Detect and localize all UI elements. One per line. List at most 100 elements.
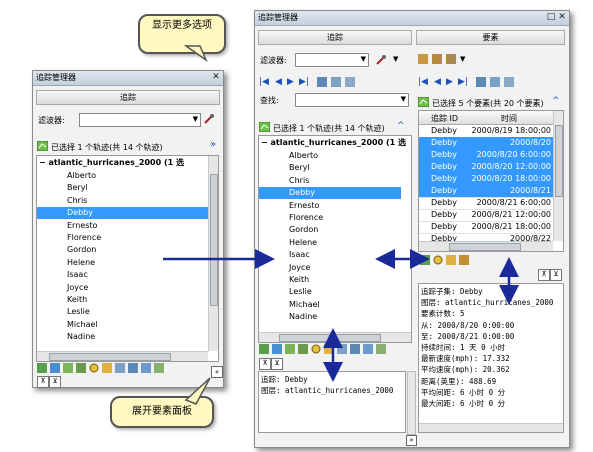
pan-icon[interactable] <box>285 344 295 354</box>
right-track-item[interactable]: Beryl <box>259 162 401 174</box>
right-track-item[interactable]: Helene <box>259 237 401 249</box>
left-track-list[interactable]: − atlantic_hurricanes_2000 (1 选 Alberto B… <box>36 155 219 362</box>
feature-copy-icon[interactable] <box>490 77 500 87</box>
left-track-item[interactable]: Nadine <box>37 331 208 343</box>
left-track-item[interactable]: Helene <box>37 257 208 269</box>
collapse-feature-options-icon[interactable]: ^ <box>552 96 560 106</box>
right-track-item[interactable]: Gordon <box>259 224 401 236</box>
properties-icon[interactable] <box>376 344 386 354</box>
pan-icon[interactable] <box>63 363 73 373</box>
zoom-in-icon[interactable] <box>89 363 99 373</box>
chevron-down-icon[interactable]: ▼ <box>460 55 465 63</box>
left-track-item[interactable]: Chris <box>37 195 208 207</box>
left-track-item[interactable]: Florence <box>37 232 208 244</box>
highlight-icon[interactable] <box>324 344 334 354</box>
export-icon[interactable] <box>141 363 151 373</box>
left-track-item[interactable]: Beryl <box>37 182 208 194</box>
collapse-down-icon[interactable]: ⊻ <box>271 358 283 370</box>
left-horizontal-scrollbar[interactable] <box>37 351 208 361</box>
close-icon[interactable]: ✕ <box>211 72 221 83</box>
feature-export-icon[interactable] <box>432 54 442 64</box>
table-icon[interactable] <box>115 363 125 373</box>
left-vscroll-thumb[interactable] <box>210 174 218 306</box>
collapse-up-icon[interactable]: ⊼ <box>37 376 49 388</box>
right-track-item[interactable]: Isaac <box>259 249 401 261</box>
close-icon[interactable]: ✕ <box>557 12 567 23</box>
collapse-options-icon[interactable]: ^ <box>397 121 405 131</box>
next-feature-icon[interactable]: ▶ <box>446 77 453 87</box>
restore-icon[interactable]: □ <box>546 12 556 23</box>
feature-collapse-down-icon[interactable]: ⊻ <box>550 269 562 281</box>
feature-vertical-scrollbar[interactable] <box>553 111 563 241</box>
last-feature-icon[interactable]: ▶| <box>458 77 468 87</box>
zoom-to-icon[interactable] <box>37 363 47 373</box>
first-feature-icon[interactable]: |◀ <box>418 77 428 87</box>
right-track-item[interactable]: Nadine <box>259 311 401 323</box>
left-hscroll-thumb[interactable] <box>49 353 171 361</box>
right-tab-feature[interactable]: 要素 <box>416 30 565 45</box>
flash-icon[interactable] <box>298 344 308 354</box>
collapse-down-icon[interactable]: ⊻ <box>49 376 61 388</box>
left-track-item[interactable]: Debby <box>37 207 208 220</box>
right-tab-track[interactable]: 追踪 <box>258 30 412 45</box>
column-header-time[interactable]: 时间 <box>501 113 517 124</box>
left-filter-combo[interactable]: ▼ <box>79 113 201 127</box>
track-list-icon[interactable] <box>345 77 355 87</box>
right-group-header[interactable]: − atlantic_hurricanes_2000 (1 选 <box>261 137 406 148</box>
first-track-icon[interactable]: |◀ <box>259 77 269 87</box>
flash-icon[interactable] <box>76 363 86 373</box>
collapse-up-icon[interactable]: ⊼ <box>259 358 271 370</box>
left-tab-track[interactable]: 追踪 <box>36 90 220 105</box>
left-track-item[interactable]: Keith <box>37 294 208 306</box>
filter-settings-icon[interactable] <box>203 113 214 124</box>
expand-more-options-icon[interactable]: » <box>210 140 216 150</box>
track-copy-icon[interactable] <box>331 77 341 87</box>
highlight-icon[interactable] <box>102 363 112 373</box>
feature-collapse-up-icon[interactable]: ⊼ <box>538 269 550 281</box>
feature-horizontal-scrollbar[interactable] <box>419 241 553 251</box>
last-track-icon[interactable]: ▶| <box>299 77 309 87</box>
left-track-item[interactable]: Joyce <box>37 282 208 294</box>
left-track-item[interactable]: Isaac <box>37 269 208 281</box>
feature-hscroll-thumb[interactable] <box>449 243 521 251</box>
right-track-item[interactable]: Michael <box>259 299 401 311</box>
right-track-item[interactable]: Joyce <box>259 262 401 274</box>
right-track-item[interactable]: Alberto <box>259 150 401 162</box>
feature-info-hscroll[interactable] <box>419 423 563 432</box>
right-filter-dropdown-arrow[interactable]: ▼ <box>393 55 398 63</box>
export-icon[interactable] <box>363 344 373 354</box>
right-find-combo[interactable]: ▼ <box>295 93 409 107</box>
properties-icon[interactable] <box>154 363 164 373</box>
right-track-item[interactable]: Keith <box>259 274 401 286</box>
right-filter-combo[interactable]: ▼ <box>295 53 369 67</box>
zoom-to-icon[interactable] <box>259 344 269 354</box>
filter-settings-icon[interactable] <box>375 54 386 65</box>
table-icon[interactable] <box>337 344 347 354</box>
feature-table-icon[interactable] <box>418 54 428 64</box>
collapse-feature-panel-button[interactable]: » <box>406 435 417 446</box>
feature-select-tool-icon[interactable] <box>420 255 430 265</box>
left-vertical-scrollbar[interactable] <box>208 156 218 351</box>
feature-highlight-icon[interactable] <box>446 255 456 265</box>
left-group-header[interactable]: − atlantic_hurricanes_2000 (1 选 <box>39 157 184 168</box>
feature-list-icon[interactable] <box>504 77 514 87</box>
left-track-item[interactable]: Gordon <box>37 244 208 256</box>
column-header-track-id[interactable]: 追踪 ID <box>431 113 458 124</box>
chart-icon[interactable] <box>350 344 360 354</box>
right-track-item[interactable]: Ernesto <box>259 200 401 212</box>
right-horizontal-scrollbar[interactable] <box>259 332 411 342</box>
feature-table[interactable]: 追踪 ID 时间 Debby 2000/8/19 18:00:00 Debby 200… <box>418 110 564 252</box>
zoom-in-icon[interactable] <box>311 344 321 354</box>
feature-vscroll-thumb[interactable] <box>555 125 563 197</box>
feature-flash-icon[interactable] <box>459 255 469 265</box>
track-table-icon[interactable] <box>317 77 327 87</box>
prev-feature-icon[interactable]: ◀ <box>434 77 441 87</box>
expand-feature-panel-button[interactable]: « <box>211 366 223 378</box>
left-track-item[interactable]: Leslie <box>37 306 208 318</box>
right-track-item[interactable]: Leslie <box>259 286 401 298</box>
right-track-item[interactable]: Florence <box>259 212 401 224</box>
feature-zoom-icon[interactable] <box>433 255 443 265</box>
left-track-item[interactable]: Alberto <box>37 170 208 182</box>
left-track-item[interactable]: Ernesto <box>37 220 208 232</box>
select-features-icon[interactable] <box>272 344 282 354</box>
